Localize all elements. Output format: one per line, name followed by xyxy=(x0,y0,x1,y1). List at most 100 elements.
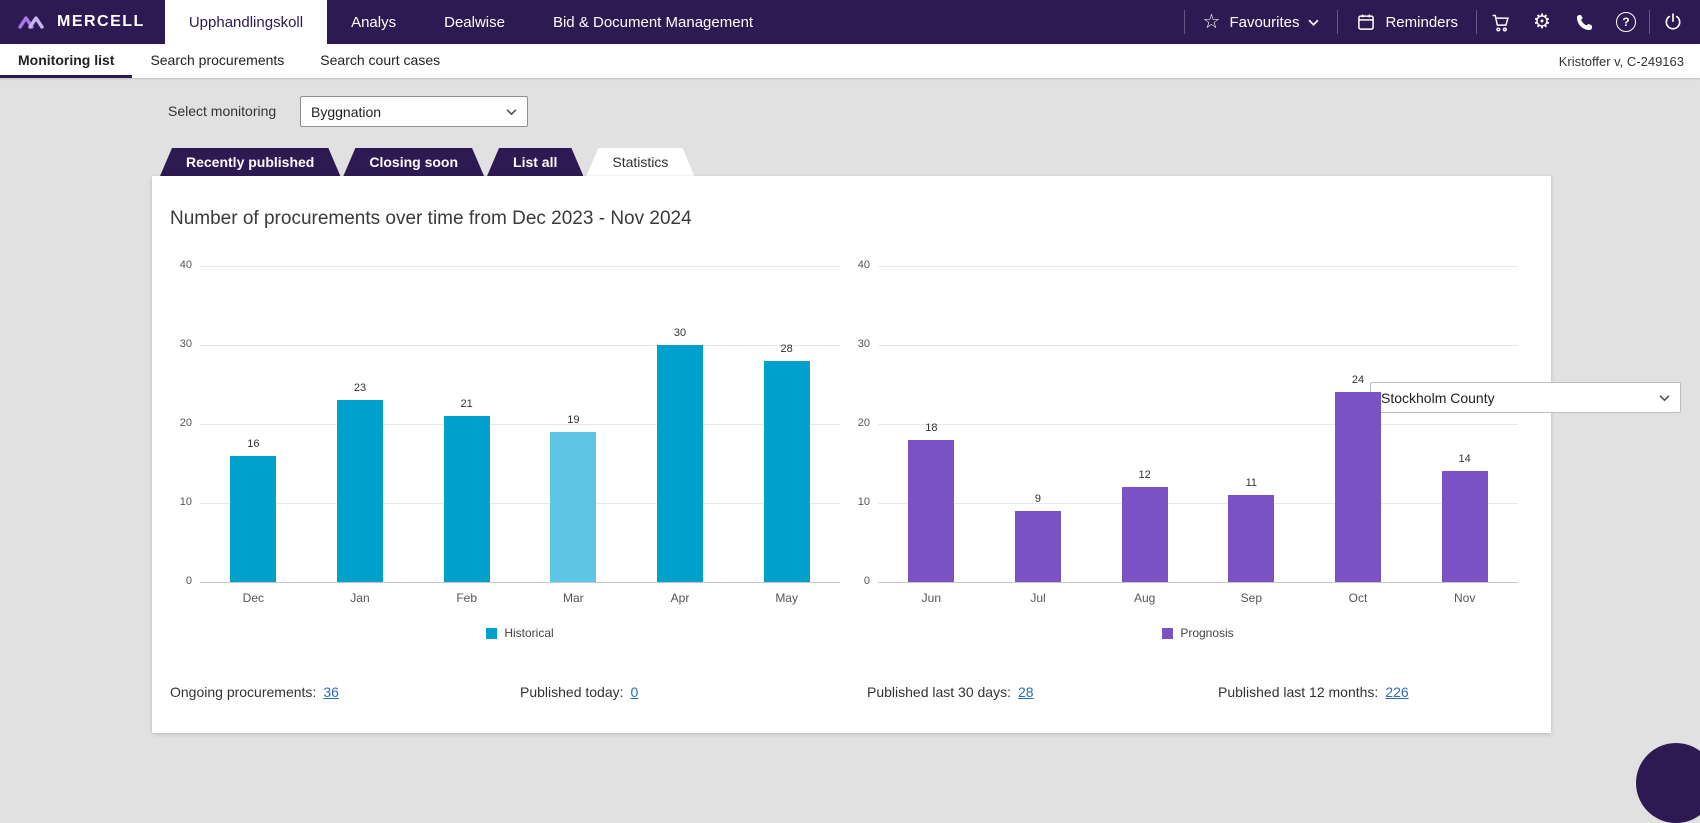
reminders-button[interactable]: Reminders xyxy=(1340,0,1474,44)
y-axis-tick-label: 0 xyxy=(162,575,192,587)
separator xyxy=(1184,10,1185,34)
bar-apr xyxy=(657,345,703,582)
select-monitoring-label: Select monitoring xyxy=(168,96,276,127)
x-axis-tick-label: Jun xyxy=(878,591,985,605)
reminders-label: Reminders xyxy=(1385,14,1458,31)
gridline xyxy=(200,266,840,267)
chart-legend: Prognosis xyxy=(878,626,1518,640)
stat-label: Published last 12 months: xyxy=(1218,684,1378,700)
tab-list-all[interactable]: List all xyxy=(487,148,583,176)
stat-value-link[interactable]: 36 xyxy=(323,684,339,700)
y-axis-tick-label: 0 xyxy=(840,575,870,587)
topbar-spacer xyxy=(777,0,1181,44)
bar-value-label: 24 xyxy=(1305,374,1412,386)
legend-label: Prognosis xyxy=(1180,626,1233,640)
x-axis-tick-label: Dec xyxy=(200,591,307,605)
legend-swatch xyxy=(1162,628,1173,639)
stat-published-today: Published today:0 xyxy=(520,684,638,700)
monitoring-select[interactable]: Byggnation xyxy=(300,96,528,127)
subnav-item-search-court-cases[interactable]: Search court cases xyxy=(302,44,458,78)
prognosis-bar-chart: 01020304018Jun9Jul12Aug11Sep24Oct14NovPr… xyxy=(834,256,1524,666)
bar-jul xyxy=(1015,511,1061,582)
statistics-panel: Number of procurements over time from De… xyxy=(152,176,1551,733)
bar-oct xyxy=(1335,392,1381,582)
favourites-button[interactable]: ☆ Favourites xyxy=(1187,0,1336,44)
gridline xyxy=(878,503,1518,504)
brand-name: MERCELL xyxy=(57,13,145,31)
y-axis-tick-label: 20 xyxy=(840,417,870,429)
gear-icon: ⚙ xyxy=(1533,12,1551,32)
bar-value-label: 9 xyxy=(985,493,1092,505)
power-icon xyxy=(1663,12,1683,32)
separator xyxy=(1476,10,1477,34)
bar-mar xyxy=(550,432,596,582)
bar-sep xyxy=(1228,495,1274,582)
bar-value-label: 19 xyxy=(520,414,627,426)
cart-button[interactable] xyxy=(1479,0,1521,44)
gridline xyxy=(200,503,840,504)
chart-section-title: Number of procurements over time from De… xyxy=(170,208,692,230)
chevron-down-icon xyxy=(1659,394,1670,401)
y-axis-tick-label: 10 xyxy=(162,496,192,508)
x-axis-tick-label: May xyxy=(733,591,840,605)
bar-nov xyxy=(1442,471,1488,582)
user-account-label[interactable]: Kristoffer v, C-249163 xyxy=(1559,44,1684,78)
bar-jun xyxy=(908,440,954,582)
y-axis-tick-label: 20 xyxy=(162,417,192,429)
bar-may xyxy=(764,361,810,582)
help-button[interactable]: ? xyxy=(1605,0,1647,44)
x-axis-tick-label: Apr xyxy=(627,591,734,605)
phone-button[interactable] xyxy=(1563,0,1605,44)
settings-button[interactable]: ⚙ xyxy=(1521,0,1563,44)
calendar-icon xyxy=(1356,12,1376,32)
x-axis-tick-label: Mar xyxy=(520,591,627,605)
bar-dec xyxy=(230,456,276,582)
phone-icon xyxy=(1575,13,1594,32)
y-axis-tick-label: 40 xyxy=(840,259,870,271)
tab-statistics[interactable]: Statistics xyxy=(586,148,694,176)
topnav-tab-analys[interactable]: Analys xyxy=(327,0,420,44)
stat-value-link[interactable]: 0 xyxy=(631,684,639,700)
chart-legend: Historical xyxy=(200,626,840,640)
y-axis-tick-label: 30 xyxy=(162,338,192,350)
x-axis-tick-label: Nov xyxy=(1411,591,1518,605)
subnav-item-monitoring-list[interactable]: Monitoring list xyxy=(0,44,132,78)
y-axis-tick-label: 10 xyxy=(840,496,870,508)
stat-value-link[interactable]: 28 xyxy=(1018,684,1034,700)
chevron-down-icon xyxy=(506,108,517,115)
subnav-item-search-procurements[interactable]: Search procurements xyxy=(132,44,302,78)
gridline xyxy=(200,582,840,583)
stat-value-link[interactable]: 226 xyxy=(1385,684,1408,700)
stat-label: Published last 30 days: xyxy=(867,684,1011,700)
x-axis-tick-label: Sep xyxy=(1198,591,1305,605)
tab-closing-soon[interactable]: Closing soon xyxy=(343,148,484,176)
bar-value-label: 28 xyxy=(733,343,840,355)
y-axis-tick-label: 40 xyxy=(162,259,192,271)
monitoring-select-value: Byggnation xyxy=(311,104,381,120)
bar-value-label: 30 xyxy=(627,327,734,339)
topnav-tab-upphandlingskoll[interactable]: Upphandlingskoll xyxy=(165,0,327,44)
bar-value-label: 21 xyxy=(413,398,520,410)
bar-jan xyxy=(337,400,383,582)
stat-ongoing-procurements: Ongoing procurements: 36 xyxy=(170,684,339,700)
mercell-logo[interactable]: MERCELL xyxy=(0,0,165,44)
separator xyxy=(1649,10,1650,34)
bar-feb xyxy=(444,416,490,582)
legend-swatch xyxy=(486,628,497,639)
mercell-wave-icon xyxy=(18,13,48,31)
bar-value-label: 23 xyxy=(307,382,414,394)
bar-value-label: 14 xyxy=(1411,453,1518,465)
chat-widget-button[interactable] xyxy=(1636,743,1700,823)
topnav-tab-dealwise[interactable]: Dealwise xyxy=(420,0,529,44)
x-axis-tick-label: Jul xyxy=(985,591,1092,605)
logout-button[interactable] xyxy=(1652,0,1694,44)
legend-label: Historical xyxy=(504,626,553,640)
secondary-navigation: Monitoring list Search procurements Sear… xyxy=(0,44,1700,78)
gridline xyxy=(878,582,1518,583)
tab-recently-published[interactable]: Recently published xyxy=(160,148,340,176)
gridline xyxy=(878,266,1518,267)
stat-label: Ongoing procurements: xyxy=(170,684,316,700)
help-icon: ? xyxy=(1616,12,1636,32)
topnav-tab-bid-document-management[interactable]: Bid & Document Management xyxy=(529,0,777,44)
bar-value-label: 18 xyxy=(878,422,985,434)
